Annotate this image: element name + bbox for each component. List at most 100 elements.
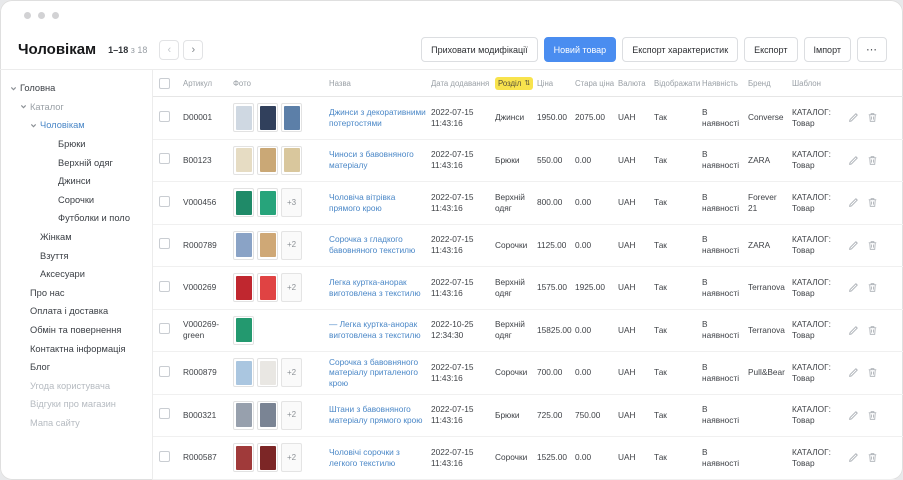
sidebar-item[interactable]: Жінкам — [0, 228, 152, 247]
more-actions-button[interactable]: ⋯ — [857, 37, 887, 62]
column-header-price[interactable]: Ціна — [537, 79, 575, 88]
edit-icon[interactable] — [848, 367, 859, 378]
edit-icon[interactable] — [848, 197, 859, 208]
sidebar-item[interactable]: Брюки — [0, 135, 152, 154]
table-row[interactable]: V000269-green — Легка куртка-анорак виго… — [153, 310, 903, 353]
product-name-link[interactable]: Джинси з декоративними потертостями — [329, 107, 426, 128]
column-header-oldprice[interactable]: Стара ціна — [575, 79, 618, 88]
row-checkbox[interactable] — [159, 196, 170, 207]
product-old-price: 1925.00 — [575, 282, 618, 293]
delete-icon[interactable] — [867, 240, 878, 251]
window-maximize-button[interactable] — [52, 12, 59, 19]
table-row[interactable]: D00001 Джинси з декоративними потертостя… — [153, 97, 903, 140]
edit-icon[interactable] — [848, 410, 859, 421]
table-row[interactable]: R000587 +2 Чоловічі сорочки з легкого те… — [153, 437, 903, 480]
column-header-currency[interactable]: Валюта — [618, 79, 654, 88]
sidebar-item[interactable]: Верхній одяг — [0, 153, 152, 172]
row-checkbox[interactable] — [159, 408, 170, 419]
product-date-added: 2022-07-15 11:43:16 — [431, 107, 495, 129]
sidebar-item-label: Контактна інформація — [30, 344, 126, 354]
edit-icon[interactable] — [848, 325, 859, 336]
sidebar-item[interactable]: Каталог — [0, 98, 152, 117]
table-row[interactable]: R000879 +2 Сорочка з бавовняного матеріа… — [153, 352, 903, 395]
sidebar-item[interactable]: Блог — [0, 358, 152, 377]
table-row[interactable]: R000789 +2 Сорочка з гладкого бавовняног… — [153, 225, 903, 268]
delete-icon[interactable] — [867, 155, 878, 166]
product-name-link[interactable]: Чиноси з бавовняного матеріалу — [329, 149, 414, 170]
sidebar-item[interactable]: Чоловікам — [0, 116, 152, 135]
edit-icon[interactable] — [848, 155, 859, 166]
sidebar-item[interactable]: Відгуки про магазин — [0, 395, 152, 414]
delete-icon[interactable] — [867, 410, 878, 421]
row-checkbox[interactable] — [159, 281, 170, 292]
row-checkbox[interactable] — [159, 238, 170, 249]
column-header-brand[interactable]: Бренд — [748, 79, 792, 88]
row-checkbox[interactable] — [159, 111, 170, 122]
delete-icon[interactable] — [867, 367, 878, 378]
column-header-photo[interactable]: Фото — [233, 79, 329, 88]
sidebar-item[interactable]: Оплата і доставка — [0, 302, 152, 321]
product-name-link[interactable]: Легка куртка-анорак виготовлена з тексти… — [329, 277, 421, 298]
product-name-link[interactable]: Чоловіча вітрівка прямого крою — [329, 192, 395, 213]
sidebar-item[interactable]: Джинси — [0, 172, 152, 191]
next-page-button[interactable]: › — [183, 40, 203, 60]
sidebar-item[interactable]: Головна — [0, 79, 152, 98]
column-header-name[interactable]: Назва — [329, 79, 431, 88]
pagination: 1–18 з 18 — [108, 45, 147, 55]
row-checkbox-cell — [159, 196, 183, 210]
product-old-price: 0.00 — [575, 325, 618, 336]
column-header-sku[interactable]: Артикул — [183, 79, 233, 88]
column-header-category[interactable]: Розділ⇅ — [495, 77, 537, 90]
product-name-link[interactable]: Чоловічі сорочки з легкого текстилю — [329, 447, 400, 468]
delete-icon[interactable] — [867, 325, 878, 336]
row-checkbox[interactable] — [159, 323, 170, 334]
export-button[interactable]: Експорт — [744, 37, 797, 62]
import-button[interactable]: Імпорт — [804, 37, 852, 62]
chevron-down-icon — [30, 122, 40, 129]
product-name-cell: Сорочка з гладкого бавовняного текстилю — [329, 234, 431, 256]
edit-icon[interactable] — [848, 282, 859, 293]
sidebar-item[interactable]: Взуття — [0, 246, 152, 265]
window-close-button[interactable] — [24, 12, 31, 19]
product-price: 550.00 — [537, 155, 575, 166]
table-row[interactable]: V000269 +2 Легка куртка-анорак виготовле… — [153, 267, 903, 310]
row-checkbox[interactable] — [159, 153, 170, 164]
product-name-link[interactable]: Сорочка з гладкого бавовняного текстилю — [329, 234, 415, 255]
product-availability: В наявності — [702, 362, 748, 384]
sidebar-item[interactable]: Про нас — [0, 284, 152, 303]
prev-page-button[interactable]: ‹ — [159, 40, 179, 60]
window-minimize-button[interactable] — [38, 12, 45, 19]
sidebar-item[interactable]: Обмін та повернення — [0, 321, 152, 340]
sidebar-item[interactable]: Мапа сайту — [0, 414, 152, 433]
edit-icon[interactable] — [848, 452, 859, 463]
sidebar-item[interactable]: Контактна інформація — [0, 339, 152, 358]
product-name-link[interactable]: Штани з бавовняного матеріалу прямого кр… — [329, 404, 423, 425]
hide-modifications-button[interactable]: Приховати модифікації — [421, 37, 538, 62]
sidebar-item[interactable]: Сорочки — [0, 191, 152, 210]
column-header-show[interactable]: Відображати — [654, 79, 702, 88]
select-all-checkbox[interactable] — [159, 78, 170, 89]
delete-icon[interactable] — [867, 282, 878, 293]
sidebar-item-label: Про нас — [30, 288, 65, 298]
delete-icon[interactable] — [867, 112, 878, 123]
edit-icon[interactable] — [848, 112, 859, 123]
edit-icon[interactable] — [848, 240, 859, 251]
row-checkbox[interactable] — [159, 451, 170, 462]
column-header-stock[interactable]: Наявність — [702, 79, 748, 88]
column-header-date[interactable]: Дата додавання — [431, 79, 495, 88]
delete-icon[interactable] — [867, 197, 878, 208]
sidebar-item[interactable]: Футболки и поло — [0, 209, 152, 228]
row-checkbox[interactable] — [159, 366, 170, 377]
product-name-link[interactable]: — Легка куртка-анорак виготовлена з текс… — [329, 319, 421, 340]
table-row[interactable]: V000456 +3 Чоловіча вітрівка прямого кро… — [153, 182, 903, 225]
column-header-template[interactable]: Шаблон — [792, 79, 848, 88]
delete-icon[interactable] — [867, 452, 878, 463]
product-name-link[interactable]: Сорочка з бавовняного матеріалу притален… — [329, 357, 418, 389]
sidebar-item[interactable]: Угода користувача — [0, 377, 152, 396]
sort-icon[interactable]: ⇅ — [524, 79, 530, 87]
table-row[interactable]: B000321 +2 Штани з бавовняного матеріалу… — [153, 395, 903, 438]
table-row[interactable]: B00123 Чиноси з бавовняного матеріалу 20… — [153, 140, 903, 183]
new-product-button[interactable]: Новий товар — [544, 37, 617, 62]
export-characteristics-button[interactable]: Експорт характеристик — [622, 37, 738, 62]
sidebar-item[interactable]: Аксесуари — [0, 265, 152, 284]
